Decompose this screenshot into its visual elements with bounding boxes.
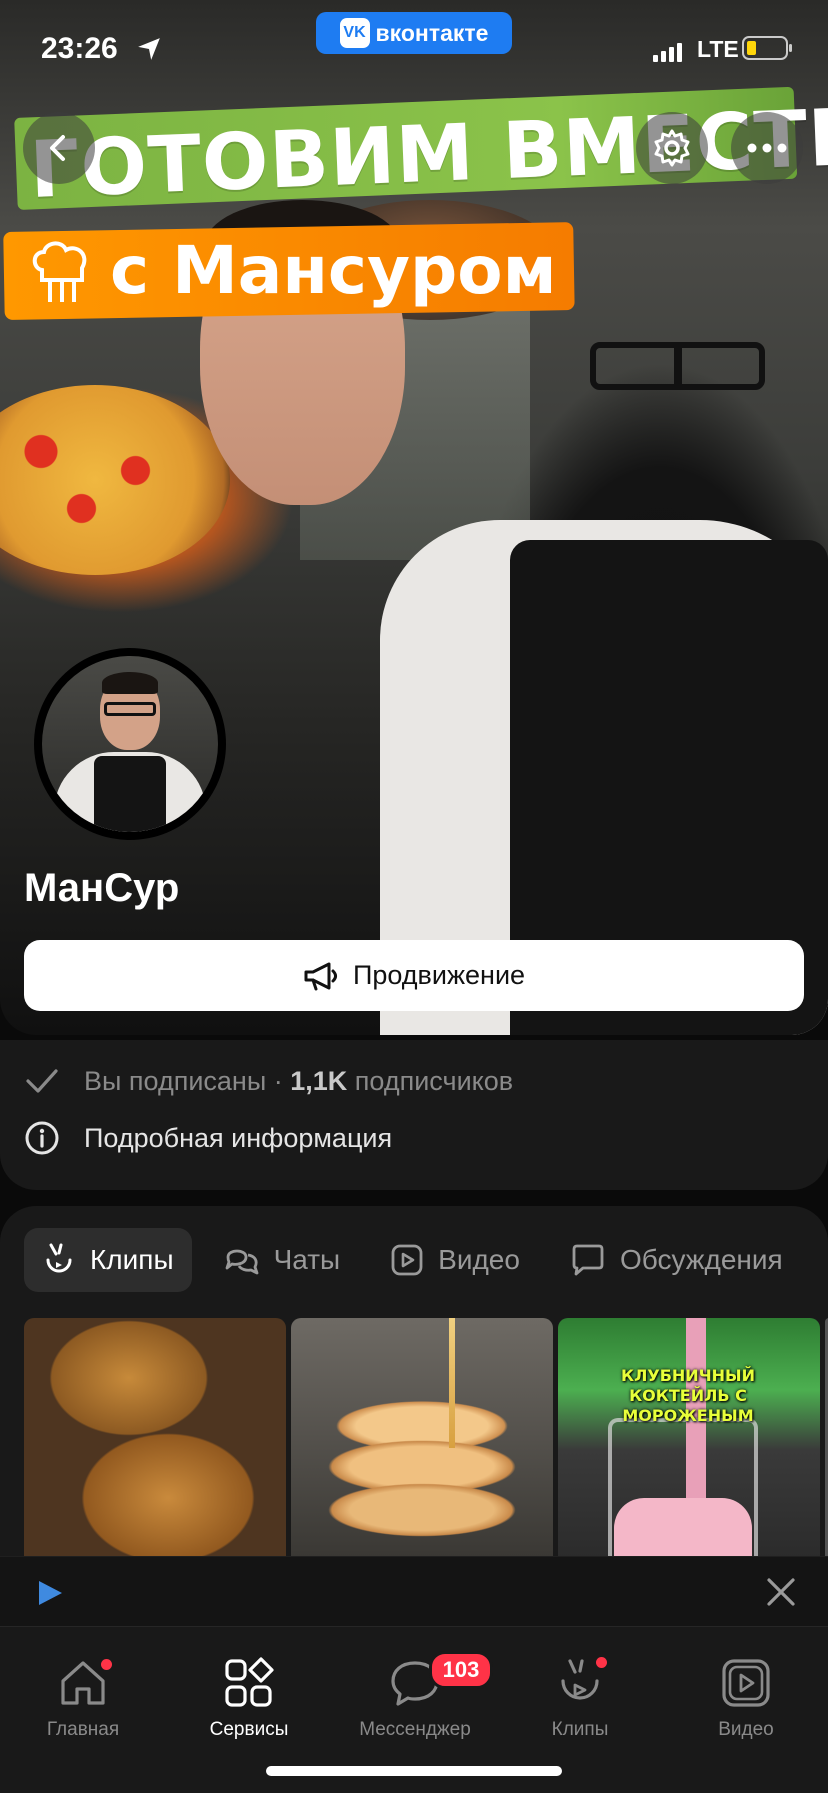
notification-dot bbox=[101, 1659, 112, 1670]
tabbar-label-video: Видео bbox=[718, 1719, 774, 1740]
location-arrow-icon bbox=[138, 38, 160, 60]
gear-icon bbox=[654, 129, 690, 167]
services-icon bbox=[225, 1657, 274, 1707]
status-time: 23:26 bbox=[41, 32, 118, 65]
content-tabs: Клипы Чаты Видео Обсуждения bbox=[24, 1228, 801, 1292]
tabbar-item-services[interactable]: Сервисы bbox=[169, 1641, 329, 1751]
pizza-image bbox=[0, 385, 230, 575]
clip-caption: КЛУБНИЧНЫЙ КОКТЕЙЛЬ С МОРОЖЕНЫМ bbox=[621, 1366, 755, 1425]
signal-icon bbox=[653, 43, 682, 62]
avatar-apron bbox=[94, 756, 166, 832]
subscribers-label: подписчиков bbox=[347, 1065, 514, 1096]
vk-logo-icon: VK bbox=[339, 18, 370, 48]
subscribers-separator: · bbox=[266, 1065, 291, 1096]
syrup-drip bbox=[449, 1318, 455, 1448]
tab-video[interactable]: Видео bbox=[372, 1228, 538, 1292]
clip-thumbnail[interactable] bbox=[291, 1318, 553, 1556]
status-bar: 23:26 VK вконтакте LTE bbox=[0, 0, 828, 100]
avatar-hair bbox=[102, 672, 158, 694]
video-icon-wrap bbox=[720, 1657, 772, 1709]
tabbar-label-clips: Клипы bbox=[551, 1719, 609, 1740]
chats-icon bbox=[225, 1249, 258, 1275]
subscription-status[interactable]: Вы подписаны · 1,1K подписчиков bbox=[24, 1063, 513, 1099]
details-label: Подробная информация bbox=[84, 1122, 393, 1153]
clips-grid: КЛУБНИЧНЫЙ КОКТЕЙЛЬ С МОРОЖЕНЫМ bbox=[24, 1318, 828, 1556]
subscribed-label: Вы подписаны bbox=[84, 1065, 267, 1096]
settings-button[interactable] bbox=[636, 112, 708, 184]
tab-chats-label: Чаты bbox=[273, 1244, 341, 1275]
avatar-glasses bbox=[104, 702, 156, 716]
close-icon[interactable] bbox=[764, 1575, 798, 1609]
home-indicator[interactable] bbox=[266, 1766, 562, 1776]
app-return-label: вконтакте bbox=[375, 19, 489, 46]
subscribers-count: 1,1K bbox=[290, 1065, 348, 1096]
clip-thumbnail[interactable] bbox=[24, 1318, 286, 1556]
battery-icon bbox=[742, 36, 792, 60]
clip-thumbnail[interactable]: КЛУБНИЧНЫЙ КОКТЕЙЛЬ С МОРОЖЕНЫМ bbox=[558, 1318, 820, 1556]
chef-hat-icon bbox=[32, 241, 87, 302]
megaphone-icon bbox=[304, 962, 337, 990]
tabbar-label-home: Главная bbox=[46, 1719, 120, 1740]
tabbar-item-video[interactable]: Видео bbox=[666, 1641, 826, 1751]
messenger-icon-wrap: 103 bbox=[389, 1651, 493, 1709]
clips-icon bbox=[46, 1243, 72, 1273]
tabbar-label-messenger: Мессенджер bbox=[359, 1719, 471, 1740]
tab-chats[interactable]: Чаты bbox=[206, 1228, 359, 1292]
discussion-icon bbox=[572, 1244, 604, 1276]
more-button[interactable] bbox=[731, 112, 803, 184]
chef-glasses bbox=[590, 342, 765, 390]
back-button[interactable] bbox=[23, 112, 95, 184]
tabbar-label-services: Сервисы bbox=[209, 1719, 289, 1740]
content-section: Клипы Чаты Видео Обсуждения КЛУБНИЧНЫЙ К… bbox=[0, 1206, 828, 1556]
clips-icon-wrap bbox=[554, 1657, 607, 1709]
subscribers-text: Вы подписаны · 1,1K подписчиков bbox=[84, 1066, 513, 1097]
play-icon[interactable] bbox=[36, 1579, 64, 1607]
battery-level bbox=[747, 41, 756, 55]
unread-badge: 103 bbox=[429, 1651, 493, 1689]
tab-discussions[interactable]: Обсуждения bbox=[552, 1228, 801, 1292]
avatar[interactable] bbox=[34, 648, 226, 840]
details-link[interactable]: Подробная информация bbox=[24, 1120, 392, 1156]
tab-clips-label: Клипы bbox=[90, 1244, 174, 1275]
profile-name: МанСур bbox=[24, 866, 180, 910]
back-icon bbox=[50, 135, 65, 161]
promotion-button[interactable]: Продвижение bbox=[24, 940, 804, 1011]
info-icon bbox=[25, 1121, 59, 1155]
tabbar-item-home[interactable]: Главная bbox=[3, 1641, 163, 1751]
glass bbox=[608, 1418, 758, 1556]
tab-clips[interactable]: Клипы bbox=[24, 1228, 192, 1292]
services-icon-wrap bbox=[223, 1657, 275, 1709]
cover-headline-bottom: с Мансуром bbox=[110, 232, 557, 309]
check-icon bbox=[26, 1069, 58, 1093]
home-icon-wrap bbox=[57, 1657, 112, 1709]
app-return-pill[interactable]: VK вконтакте bbox=[316, 12, 512, 54]
video-icon bbox=[722, 1659, 770, 1707]
promotion-label: Продвижение bbox=[352, 960, 526, 990]
cover-headline-top: ГОТОВИМ ВМЕСТЕ bbox=[28, 92, 828, 216]
tab-video-label: Видео bbox=[438, 1244, 520, 1275]
tabbar-item-clips[interactable]: Клипы bbox=[500, 1641, 660, 1751]
video-icon bbox=[391, 1244, 423, 1276]
mini-player bbox=[0, 1556, 828, 1627]
network-type: LTE bbox=[697, 36, 739, 62]
avatar-image bbox=[42, 656, 218, 832]
more-icon bbox=[747, 143, 787, 153]
notification-dot bbox=[596, 1657, 607, 1668]
tab-discussions-label: Обсуждения bbox=[619, 1244, 783, 1275]
tabbar-item-messenger[interactable]: 103 Мессенджер bbox=[335, 1641, 495, 1751]
